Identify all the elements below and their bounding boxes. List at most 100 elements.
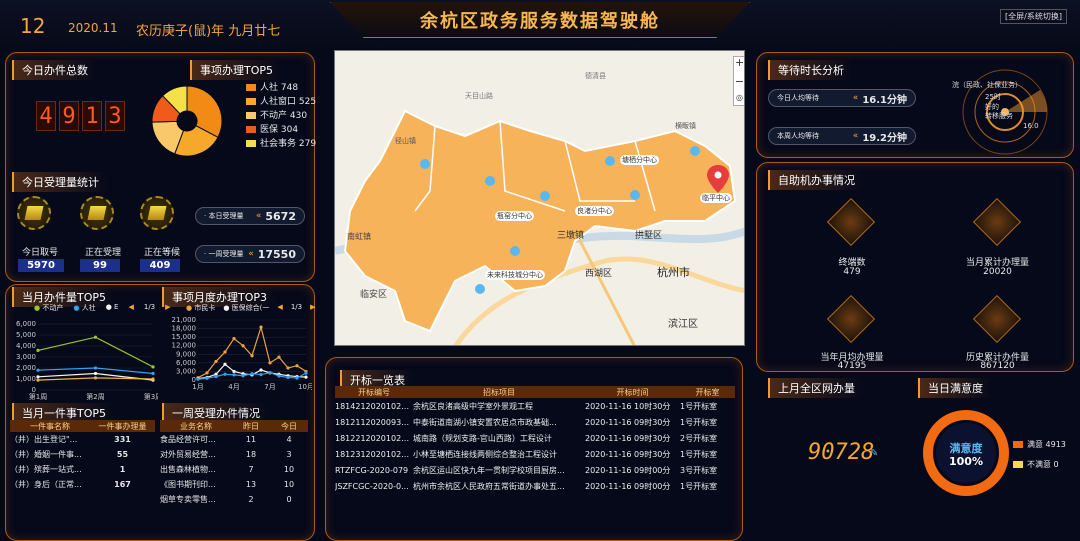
map-label: 临平中心 <box>700 193 732 203</box>
acceptance-icon-3 <box>140 196 174 230</box>
table-row[interactable]: 烟草专卖零售... 2 0 <box>160 492 308 507</box>
column-header: 一件事办理量 <box>90 420 155 432</box>
data-point[interactable] <box>223 350 227 354</box>
column-header: 开标编号 <box>335 386 413 398</box>
data-point[interactable] <box>214 359 218 364</box>
acceptance-value: 99 <box>80 259 120 272</box>
data-point[interactable] <box>268 361 272 365</box>
x-tick-label: 第1周 <box>29 392 47 401</box>
table-cell: 2020-11-16 09时00分 <box>585 465 671 475</box>
data-point[interactable] <box>205 371 209 375</box>
table-row[interactable]: JSZFCGC-2020-0... 杭州市余杭区人民政府五常街道办事处五... 20… <box>335 478 735 494</box>
self-stat-value: 479 <box>843 267 861 277</box>
data-point[interactable] <box>93 366 98 370</box>
table-cell: 167 <box>114 480 131 489</box>
table-row[interactable]: （井）殡葬一站式... 1 <box>10 462 155 477</box>
data-point[interactable] <box>241 344 245 348</box>
data-point[interactable] <box>286 366 290 370</box>
chevrons-icon: « <box>852 93 859 103</box>
table-cell: （井）婚姻一件事... <box>10 450 82 459</box>
data-point[interactable] <box>93 371 98 376</box>
data-point[interactable] <box>304 371 308 375</box>
table-row[interactable]: 18121120200930... 中泰街道南湖小镇安置农居点市政基础... 202… <box>335 414 735 430</box>
data-point[interactable] <box>223 362 227 366</box>
table-cell: 3号开标室 <box>680 465 718 475</box>
table-row[interactable]: 出售森林植物... 7 10 <box>160 462 308 477</box>
data-point[interactable] <box>36 348 40 352</box>
data-point[interactable] <box>232 369 236 374</box>
y-tick-label: 12,000 <box>172 342 197 350</box>
map-label: 杭州市 <box>657 266 690 279</box>
data-point[interactable] <box>151 365 155 369</box>
table-row[interactable]: 食品经营许可... 11 4 <box>160 432 308 447</box>
data-point[interactable] <box>295 364 299 368</box>
today-wait-stat: 今日人均等待 « 16.1分钟 <box>768 89 916 107</box>
table-cell: 1号开标室 <box>680 417 718 427</box>
data-point[interactable] <box>196 377 200 381</box>
edit-icon[interactable]: ✎ <box>870 448 878 459</box>
data-point[interactable] <box>259 325 263 329</box>
data-point[interactable] <box>93 335 98 339</box>
data-point[interactable] <box>286 375 290 380</box>
table-row[interactable]: （井）身后（正常... 167 <box>10 477 155 492</box>
data-point[interactable] <box>232 336 236 341</box>
data-point[interactable] <box>295 376 299 380</box>
table-row[interactable]: 18123120201021... 小林至塘栖连接线两侧综合整治工程设计 2020-… <box>335 446 735 462</box>
legend-item: 社会事务 279 <box>246 137 316 151</box>
zoom-in-button[interactable]: + <box>733 56 744 72</box>
data-point[interactable] <box>151 371 155 376</box>
data-point[interactable] <box>36 378 40 382</box>
coins-icon <box>17 196 51 230</box>
zoom-out-button[interactable]: − <box>733 75 744 91</box>
data-point[interactable] <box>36 375 40 379</box>
map-label: 临安区 <box>360 290 388 300</box>
legend-label: 人社窗口 525 <box>260 97 317 107</box>
data-point[interactable] <box>205 376 209 380</box>
data-point[interactable] <box>277 355 281 359</box>
data-point[interactable] <box>223 372 227 376</box>
data-point[interactable] <box>250 354 254 358</box>
table-cell: 2020-11-16 09时30分 <box>585 417 671 427</box>
locate-icon[interactable]: ◎ <box>733 93 744 102</box>
table-row[interactable]: （井）出生登记"... 331 <box>10 432 155 447</box>
data-point[interactable] <box>93 376 98 380</box>
table-cell: 18122120201023... <box>335 433 413 443</box>
x-tick-label: 10月 <box>298 383 312 391</box>
fullscreen-toggle-link[interactable]: [全屏/系统切换] <box>1000 9 1067 24</box>
acceptance-title: 今日受理量统计 <box>12 172 107 192</box>
table-header-row: 开标编号 招标项目 开标时间 开标室 <box>335 386 735 398</box>
column-header: 今日 <box>270 420 308 432</box>
map-label: 未来科技城分中心 <box>485 270 545 280</box>
table-row[interactable]: 18142120201021... 余杭区良渚高级中学室外景观工程 2020-11-… <box>335 398 735 414</box>
x-tick-label: 第3周 <box>144 392 158 401</box>
table-row[interactable]: （井）婚姻一件事... 55 <box>10 447 155 462</box>
y-tick-label: 6,000 <box>16 320 36 328</box>
table-cell: 2020-11-16 09时30分 <box>585 449 671 459</box>
data-point[interactable] <box>268 370 272 375</box>
y-tick-label: 5,000 <box>16 331 36 339</box>
data-point[interactable] <box>214 374 218 379</box>
radar-label: 16.0 <box>1023 122 1039 130</box>
table-cell: 余杭区良渚高级中学室外景观工程 <box>413 401 533 411</box>
data-point[interactable] <box>304 375 308 379</box>
table-row[interactable]: RTZFCG-2020-079 余杭区运山区快九年一贯制学校项目厨房... 2020… <box>335 462 735 478</box>
data-point[interactable] <box>232 373 236 377</box>
wait-radar-chart <box>962 69 1048 155</box>
table-cell: 中泰街道南湖小镇安置农居点市政基础... <box>413 417 557 427</box>
data-point[interactable] <box>151 377 155 381</box>
data-point[interactable] <box>241 374 245 378</box>
district-map[interactable]: + − ◎ 径山镇 瓶窑分中心 良渚分中心 塘栖分中心 临平中心 未来科技城分中… <box>334 50 745 346</box>
table-row[interactable]: 《图书期刊印... 13 10 <box>160 477 308 492</box>
table-row[interactable]: 对外贸易经营... 18 3 <box>160 447 308 462</box>
data-point[interactable] <box>277 374 281 378</box>
map-canvas[interactable] <box>335 51 745 346</box>
top5-legend: 人社 748 人社窗口 525 不动产 430 医保 304 社会事务 279 <box>246 81 316 151</box>
data-point[interactable] <box>250 372 254 376</box>
data-point[interactable] <box>259 372 263 377</box>
data-point[interactable] <box>36 368 40 372</box>
table-cell: 7 <box>248 465 254 474</box>
data-point[interactable] <box>259 368 263 372</box>
self-stat-value: 867120 <box>980 361 1015 371</box>
map-label: 天目山路 <box>465 92 493 100</box>
table-row[interactable]: 18122120201023... 城南路（规划支路-官山西路）工程设计 2020-… <box>335 430 735 446</box>
